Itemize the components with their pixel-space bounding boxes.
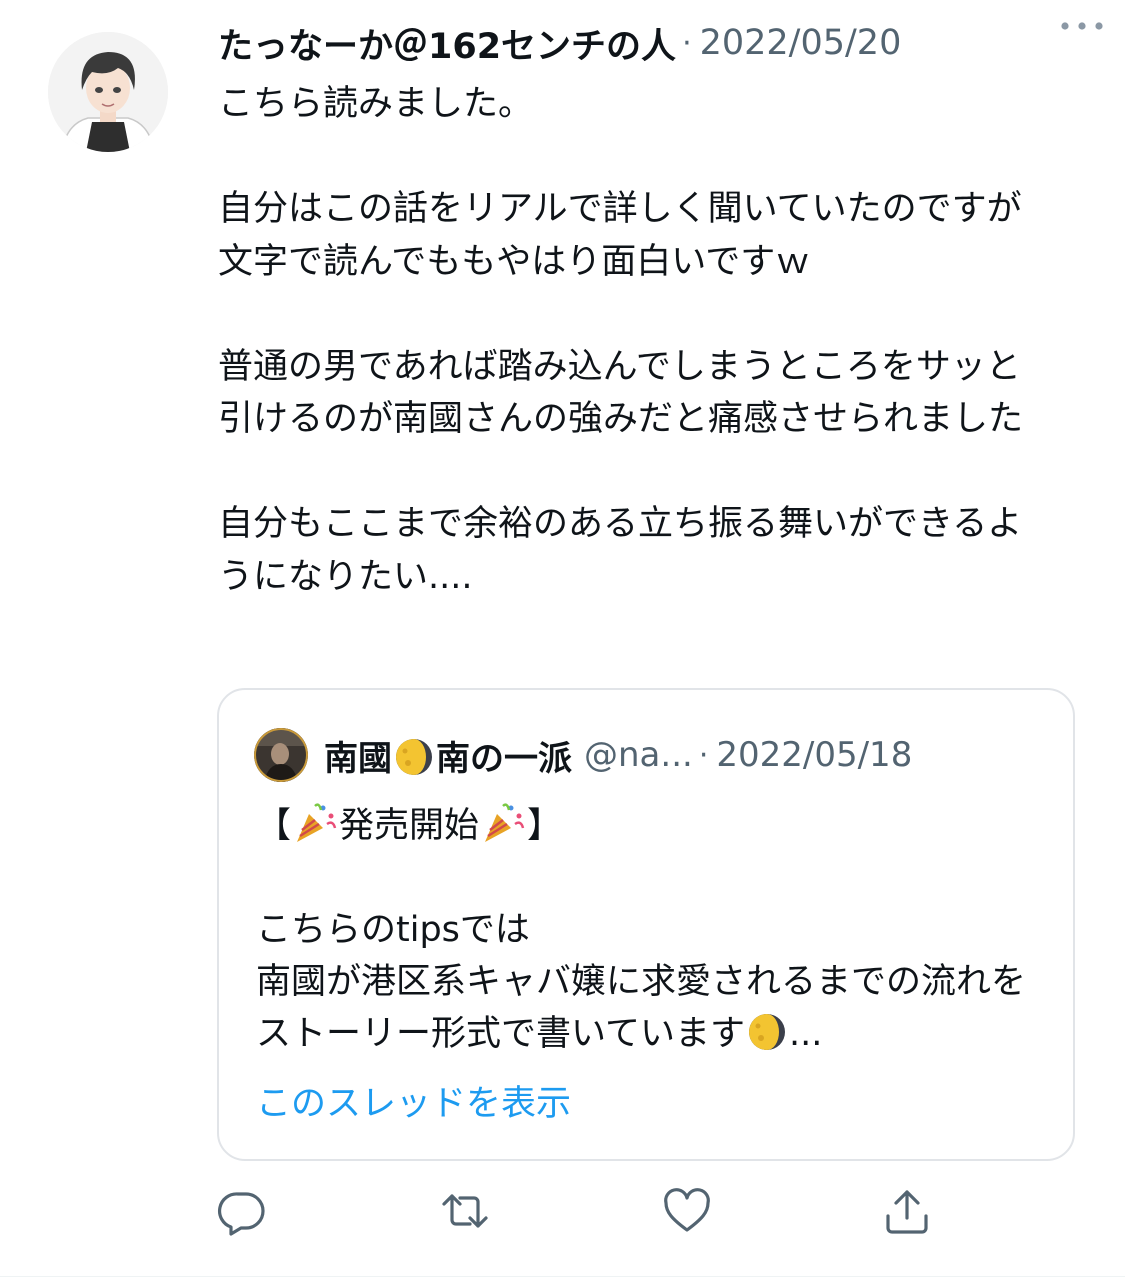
tweet-paragraph: こちら読みました。 bbox=[218, 84, 534, 124]
quoted-name-part2: 南の一派 bbox=[436, 738, 572, 779]
quoted-name-part1: 南國 bbox=[324, 738, 392, 779]
bracket-close: 】 bbox=[527, 806, 563, 846]
waning-gibbous-moon-icon bbox=[748, 1014, 785, 1050]
quoted-author-name: 南國 南の一派 bbox=[324, 731, 572, 780]
quoted-body-ellipsis: ... bbox=[788, 1014, 823, 1054]
bracket-open: 【 bbox=[256, 806, 292, 846]
show-thread-link[interactable]: このスレッドを表示 bbox=[256, 1075, 571, 1126]
quoted-tweet-card[interactable]: 南國 南の一派 @na... · 2022/05/18 【 発売開始 】 こちら… bbox=[217, 688, 1075, 1161]
party-popper-icon bbox=[297, 803, 337, 842]
header-separator: · bbox=[682, 25, 692, 61]
quoted-body-line1: こちらのtipsでは bbox=[256, 910, 530, 950]
tweet-paragraph: 普通の男であれば踏み込んでしまうところをサッと引けるのが南國さんの強みだと痛感さ… bbox=[218, 346, 1024, 440]
quoted-body: こちらのtipsでは 南國が港区系キャバ嬢に求愛されるまでの流れをストーリー形式… bbox=[256, 904, 1056, 1060]
author-name[interactable]: たっなーか＠162センチの人 bbox=[218, 18, 676, 69]
quoted-tweet-header: 南國 南の一派 @na... · 2022/05/18 bbox=[254, 722, 1054, 788]
like-icon[interactable] bbox=[662, 1186, 712, 1236]
more-icon[interactable] bbox=[1057, 16, 1107, 36]
tweet-paragraph: 自分もここまで余裕のある立ち振る舞いができるようになりたい.... bbox=[218, 504, 1023, 597]
tweet-header: たっなーか＠162センチの人 · 2022/05/20 bbox=[218, 18, 1078, 68]
tweet-action-bar bbox=[0, 1180, 1125, 1240]
quoted-body-line2: 南國が港区系キャバ嬢に求愛されるまでの流れをストーリー形式で書いています bbox=[256, 962, 1027, 1054]
quoted-header-separator: · bbox=[698, 737, 709, 773]
quoted-author-handle: @na... bbox=[584, 735, 693, 775]
author-avatar[interactable] bbox=[48, 32, 168, 152]
reply-icon[interactable] bbox=[217, 1186, 267, 1236]
author-avatar-image bbox=[48, 32, 168, 152]
quoted-tweet-text: 【 発売開始 】 こちらのtipsでは 南國が港区系キャバ嬢に求愛されるまでの流… bbox=[256, 800, 1056, 1060]
tweet-date[interactable]: 2022/05/20 bbox=[700, 23, 902, 63]
waning-gibbous-moon-icon bbox=[396, 738, 432, 775]
quoted-author-avatar bbox=[254, 728, 308, 782]
tweet-paragraph: 自分はこの話をリアルで詳しく聞いていたのですが文字で読んでももやはり面白いですｗ bbox=[218, 189, 1022, 282]
party-popper-icon bbox=[485, 803, 525, 842]
retweet-icon[interactable] bbox=[440, 1186, 490, 1236]
tweet-text: こちら読みました。 自分はこの話をリアルで詳しく聞いていたのですが文字で読んでも… bbox=[218, 78, 1048, 603]
announcement-text: 発売開始 bbox=[339, 806, 480, 846]
quoted-line-announcement: 【 発売開始 】 bbox=[256, 800, 1056, 852]
quoted-tweet-date: 2022/05/18 bbox=[716, 735, 913, 775]
share-icon[interactable] bbox=[882, 1186, 932, 1236]
